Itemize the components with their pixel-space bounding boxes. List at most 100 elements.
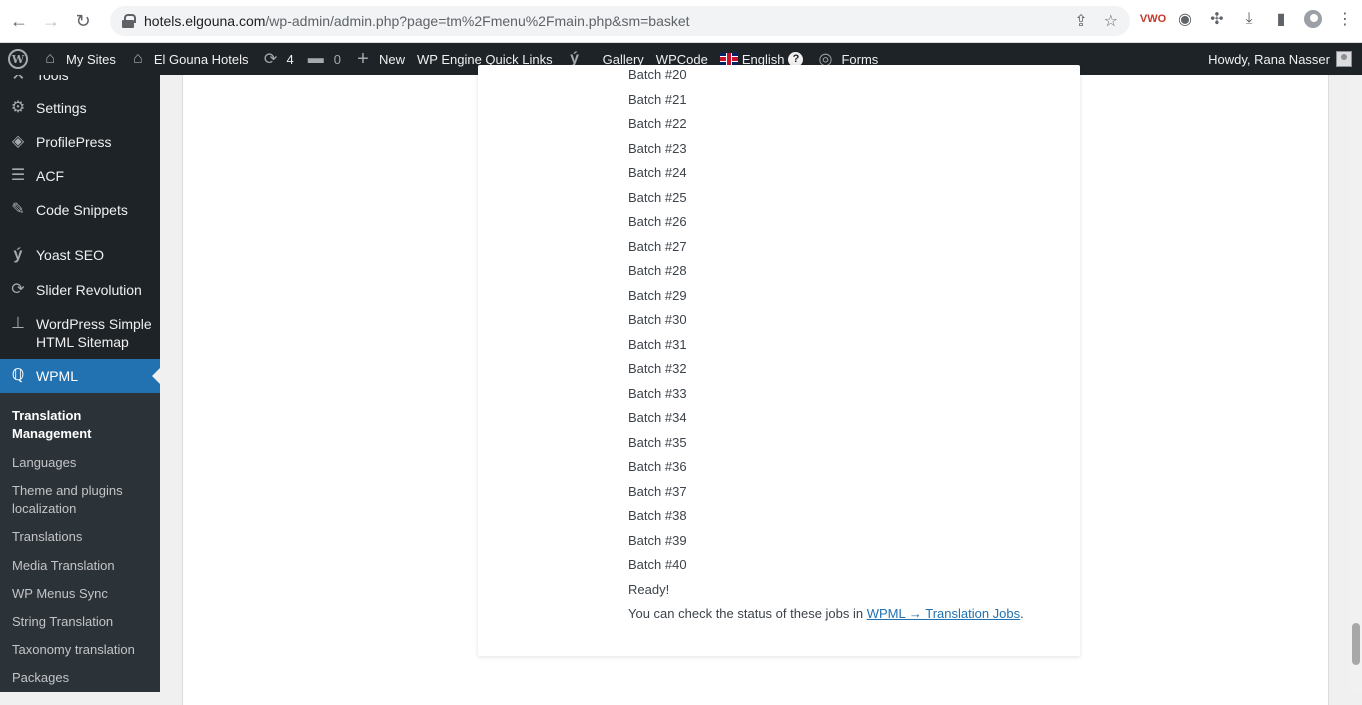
batch-line: Batch #37 xyxy=(628,483,687,499)
scrollbar-thumb[interactable] xyxy=(1352,623,1360,665)
updates-count: 4 xyxy=(286,51,294,67)
submenu-media-translation[interactable]: Media Translation xyxy=(12,557,152,575)
extensions-puzzle-icon[interactable]: ✣ xyxy=(1208,10,1226,28)
wp-logo-menu[interactable]: W xyxy=(0,43,34,75)
wpml-icon: ℚ xyxy=(11,367,25,384)
status-prefix: You can check the status of these jobs i… xyxy=(628,606,867,621)
code-snippets-icon: ✎ xyxy=(11,201,25,218)
submenu-translations[interactable]: Translations xyxy=(12,528,152,546)
sidebar-item-tools[interactable]: ⚒ Tools xyxy=(0,75,160,84)
sidebar-item-label: Tools xyxy=(36,75,69,83)
batch-line: Batch #22 xyxy=(628,116,687,131)
batch-log-card: Batch #20 Batch #21 Batch #22 Batch #23 Batc… xyxy=(478,65,1080,656)
batch-line: Batch #30 xyxy=(628,312,687,327)
sidebar-item-wpml[interactable]: ℚ WPML xyxy=(0,359,160,393)
submenu-string-translation[interactable]: String Translation xyxy=(12,613,152,631)
uk-flag-icon xyxy=(719,53,738,65)
vwo-extension-icon[interactable]: VWO xyxy=(1140,10,1166,28)
url-path: /wp-admin/admin.php?page=tm%2Fmenu%2Fmai… xyxy=(265,13,690,29)
sidebar-item-slider-revolution[interactable]: ⟳ Slider Revolution xyxy=(0,281,160,299)
url-host: hotels.elgouna.com xyxy=(144,13,266,29)
address-bar[interactable]: hotels.elgouna.com/wp-admin/admin.php?pa… xyxy=(110,6,1130,36)
submenu-languages[interactable]: Languages xyxy=(12,454,152,472)
download-icon[interactable]: ⤓ xyxy=(1240,10,1258,28)
acf-icon: ☰ xyxy=(10,167,26,184)
comments-menu[interactable]: ▬ 0 xyxy=(300,43,347,75)
submenu-taxonomy-translation[interactable]: Taxonomy translation xyxy=(12,641,152,659)
bookmark-star-icon[interactable]: ☆ xyxy=(1104,11,1118,31)
sidebar-item-code-snippets[interactable]: ✎ Code Snippets xyxy=(0,201,160,219)
page-scrollbar[interactable] xyxy=(1350,75,1362,692)
my-sites-menu[interactable]: ⌂ My Sites xyxy=(34,43,122,75)
browser-toolbar: ← → ↻ hotels.elgouna.com/wp-admin/admin.… xyxy=(0,0,1362,43)
admin-sidebar: ⚒ Tools ⚙ Settings ◈ ProfilePress ☰ ACF … xyxy=(0,75,160,692)
comments-count: 0 xyxy=(333,51,341,67)
forward-icon[interactable]: → xyxy=(38,8,64,34)
batch-line: Batch #35 xyxy=(628,434,687,450)
howdy-label: Howdy, Rana Nasser xyxy=(1208,51,1330,67)
avatar xyxy=(1336,51,1352,67)
my-sites-label: My Sites xyxy=(66,51,116,67)
settings-icon: ⚙ xyxy=(10,99,26,116)
profilepress-icon: ◈ xyxy=(11,133,25,150)
batch-line: Batch #24 xyxy=(628,165,687,180)
wpml-submenu: Translation Management Languages Theme a… xyxy=(0,393,160,692)
active-menu-arrow xyxy=(152,368,160,384)
sidebar-item-label: Code Snippets xyxy=(36,202,128,218)
submenu-theme-plugins-localization[interactable]: Theme and plugins localization xyxy=(12,482,152,518)
sidebar-item-yoast-seo[interactable]: ý Yoast SEO xyxy=(0,246,160,264)
site-name-menu[interactable]: ⌂ El Gouna Hotels xyxy=(122,43,255,75)
plus-icon: + xyxy=(357,47,369,70)
ready-message: Ready! xyxy=(628,581,670,597)
batch-line: Batch #34 xyxy=(628,410,687,425)
batch-line: Batch #40 xyxy=(628,557,687,572)
sidebar-item-label: Yoast SEO xyxy=(36,247,104,263)
batch-line: Batch #27 xyxy=(628,238,687,254)
yoast-icon: ý xyxy=(13,246,23,263)
batch-line: Batch #21 xyxy=(628,91,687,107)
wordpress-logo-icon: W xyxy=(8,49,28,69)
account-menu[interactable]: Howdy, Rana Nasser xyxy=(1208,43,1352,75)
batch-line: Batch #31 xyxy=(628,336,687,352)
browser-menu-icon[interactable]: ⋮ xyxy=(1336,10,1354,28)
sidebar-item-label: WPML xyxy=(36,368,78,384)
sidebar-item-profilepress[interactable]: ◈ ProfilePress xyxy=(0,133,160,151)
sidebar-item-label: WordPress Simple HTML Sitemap xyxy=(36,316,152,350)
batch-line: Batch #39 xyxy=(628,532,687,548)
sidebar-item-label: Settings xyxy=(36,100,87,116)
side-panel-icon[interactable]: ▮ xyxy=(1272,10,1290,28)
new-content-menu[interactable]: + New xyxy=(347,43,411,75)
url-text[interactable]: hotels.elgouna.com/wp-admin/admin.php?pa… xyxy=(144,13,690,29)
content-panel: Batch #20 Batch #21 Batch #22 Batch #23 Batc… xyxy=(182,65,1329,705)
sidebar-item-label: ProfilePress xyxy=(36,134,112,150)
batch-line: Batch #26 xyxy=(628,214,687,229)
submenu-wp-menus-sync[interactable]: WP Menus Sync xyxy=(12,585,152,603)
updates-menu[interactable]: ⟳ 4 xyxy=(255,43,300,75)
submenu-packages[interactable]: Packages xyxy=(12,669,152,687)
batch-line: Batch #32 xyxy=(628,361,687,376)
batch-line: Batch #33 xyxy=(628,385,687,401)
sidebar-item-label: ACF xyxy=(36,168,64,184)
batch-line: Batch #23 xyxy=(628,140,687,156)
site-name-label: El Gouna Hotels xyxy=(153,51,249,67)
my-sites-icon: ⌂ xyxy=(45,50,55,67)
back-icon[interactable]: ← xyxy=(6,8,32,34)
sidebar-item-acf[interactable]: ☰ ACF xyxy=(0,167,160,185)
camera-extension-icon[interactable]: ◉ xyxy=(1176,10,1194,28)
batch-line: Batch #28 xyxy=(628,263,687,278)
slider-icon: ⟳ xyxy=(11,281,25,298)
updates-icon: ⟳ xyxy=(263,51,278,68)
sidebar-item-settings[interactable]: ⚙ Settings xyxy=(0,99,160,117)
profile-avatar-icon[interactable] xyxy=(1304,10,1322,28)
status-suffix: . xyxy=(1020,606,1024,621)
wrench-icon: ⚒ xyxy=(0,75,36,84)
share-icon[interactable]: ⇪ xyxy=(1074,11,1087,31)
submenu-translation-management[interactable]: Translation Management xyxy=(12,407,152,443)
sidebar-item-sitemap[interactable]: ⊥ WordPress Simple HTML Sitemap xyxy=(0,315,160,351)
translation-jobs-link[interactable]: WPML → Translation Jobs xyxy=(867,606,1020,621)
reload-icon[interactable]: ↻ xyxy=(70,8,96,34)
home-icon: ⌂ xyxy=(133,50,143,67)
new-label: New xyxy=(378,51,405,67)
lock-icon[interactable] xyxy=(122,14,136,28)
batch-line: Batch #29 xyxy=(628,287,687,303)
